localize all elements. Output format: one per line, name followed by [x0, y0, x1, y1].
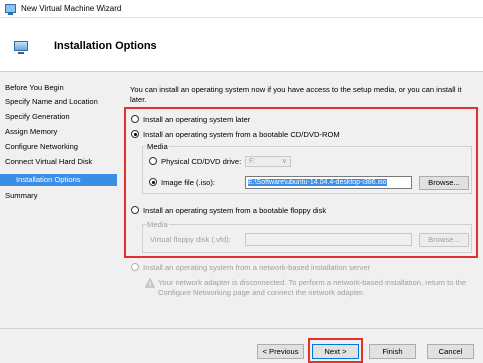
browse-button[interactable]: Browse...	[419, 176, 469, 190]
window-title: New Virtual Machine Wizard	[21, 4, 122, 13]
radio-install-cd[interactable]: Install an operating system from a boota…	[131, 130, 340, 140]
radio-physical-drive[interactable]: Physical CD/DVD drive:	[149, 157, 241, 167]
sidebar-item-generation[interactable]: Specify Generation	[0, 111, 117, 123]
floppy-disk-input[interactable]	[245, 233, 412, 246]
radio-install-floppy[interactable]: Install an operating system from a boota…	[131, 206, 326, 216]
sidebar-item-name-location[interactable]: Specify Name and Location	[0, 96, 117, 108]
sidebar-item-summary[interactable]: Summary	[0, 190, 117, 202]
radio-button[interactable]	[149, 157, 157, 165]
next-button[interactable]: Next >	[312, 344, 359, 359]
floppy-disk-label: Virtual floppy disk (.vfd):	[150, 235, 231, 244]
monitor-icon	[14, 41, 28, 54]
radio-install-network[interactable]: Install an operating system from a netwo…	[131, 263, 370, 273]
sidebar-item-memory[interactable]: Assign Memory	[0, 126, 117, 138]
radio-button[interactable]	[131, 206, 139, 214]
radio-label: Install an operating system from a netwo…	[143, 263, 371, 272]
radio-button[interactable]	[131, 130, 139, 138]
radio-label: Install an operating system from a boota…	[143, 206, 327, 215]
sidebar-item-before-you-begin[interactable]: Before You Begin	[0, 82, 117, 94]
cancel-button[interactable]: Cancel	[427, 344, 474, 359]
floppy-media-label: Media	[146, 220, 169, 229]
radio-button[interactable]	[131, 263, 139, 271]
previous-button[interactable]: < Previous	[257, 344, 304, 359]
wizard-steps-sidebar: Before You Begin Specify Name and Locati…	[0, 73, 117, 328]
radio-label: Image file (.iso):	[161, 178, 216, 187]
physical-drive-select[interactable]: F: ∨	[245, 156, 291, 167]
radio-button[interactable]	[149, 178, 157, 186]
page-title: Installation Options	[54, 40, 157, 52]
floppy-browse-button[interactable]: Browse...	[419, 233, 469, 247]
radio-install-later[interactable]: Install an operating system later	[131, 115, 250, 125]
finish-button[interactable]: Finish	[369, 344, 416, 359]
sidebar-item-networking[interactable]: Configure Networking	[0, 141, 117, 153]
footer-separator	[0, 328, 483, 329]
radio-label: Install an operating system later	[143, 115, 251, 124]
select-value: F:	[249, 158, 256, 165]
radio-label: Physical CD/DVD drive:	[161, 157, 242, 166]
network-note: Your network adapter is disconnected. To…	[158, 278, 467, 297]
radio-image-file[interactable]: Image file (.iso):	[149, 178, 215, 188]
radio-button[interactable]	[131, 115, 139, 123]
radio-label: Install an operating system from a boota…	[143, 130, 340, 139]
image-file-value: E:\Software\ubuntu-14.04.4-desktop-i386.…	[248, 179, 387, 186]
main-content: You can install an operating system now …	[120, 73, 483, 328]
warning-icon	[145, 278, 155, 288]
chevron-down-icon: ∨	[281, 158, 287, 165]
sidebar-item-installation-options[interactable]: Installation Options	[0, 174, 117, 186]
image-file-input[interactable]: E:\Software\ubuntu-14.04.4-desktop-i386.…	[245, 176, 412, 189]
wizard-header: Installation Options	[0, 18, 483, 72]
media-group-label: Media	[146, 142, 169, 151]
sidebar-item-hard-disk[interactable]: Connect Virtual Hard Disk	[0, 156, 117, 168]
intro-text: You can install an operating system now …	[130, 85, 462, 104]
hyper-v-icon	[5, 4, 16, 15]
title-bar: New Virtual Machine Wizard	[0, 0, 483, 18]
